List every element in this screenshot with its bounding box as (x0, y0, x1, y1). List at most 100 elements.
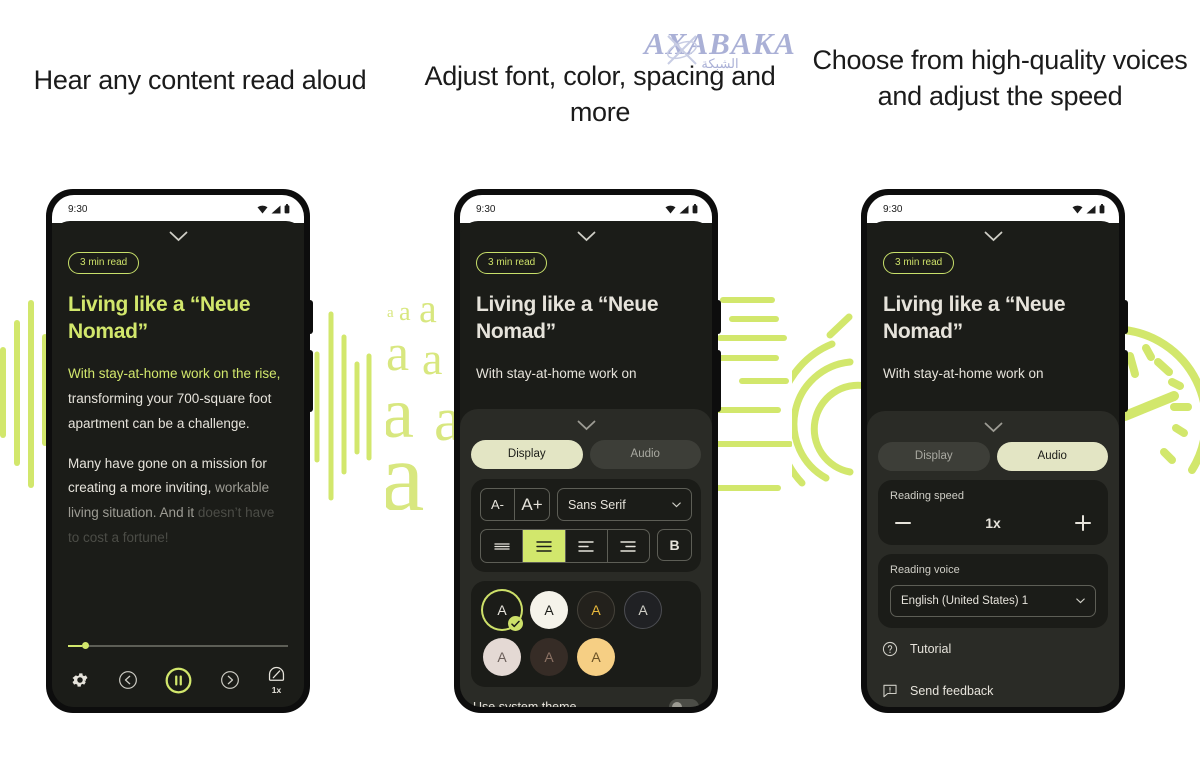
article-paragraph: Many have gone on a mission for creating… (68, 452, 288, 552)
slider-fill (68, 645, 82, 647)
reading-speed-value: 1x (985, 515, 1001, 531)
feedback-icon (883, 684, 897, 698)
status-icons (1072, 204, 1105, 214)
tab-display[interactable]: Display (471, 440, 583, 469)
wifi-icon (1072, 205, 1083, 213)
article-paragraph: With stay-at-home work on (883, 362, 1103, 387)
read-time-chip: 3 min read (883, 252, 955, 274)
phone-volume-button[interactable] (309, 350, 313, 412)
signal-icon (271, 205, 281, 213)
article-body-3: With stay-at-home work on (883, 362, 1103, 387)
article-body-2: With stay-at-home work on (476, 362, 696, 387)
bold-button[interactable]: B (657, 529, 692, 561)
theme-swatch-item[interactable]: A (530, 638, 568, 676)
status-bar-1: 9:30 (52, 195, 304, 223)
status-icons (665, 204, 698, 214)
system-theme-toggle[interactable] (669, 699, 699, 707)
swatch-selected-check (508, 616, 523, 631)
speed-button[interactable]: 1x (267, 665, 286, 695)
theme-swatch-item[interactable]: A (530, 591, 568, 629)
speed-decrease-button[interactable] (894, 514, 912, 532)
collapse-handle-3[interactable] (883, 221, 1103, 248)
reading-voice-label: Reading voice (890, 564, 960, 576)
swatch-circle: A (577, 638, 615, 676)
swatch-circle: A (530, 638, 568, 676)
swatch-circle: A (577, 591, 615, 629)
sheet-collapse-handle[interactable] (878, 419, 1108, 442)
article-paragraph: With stay-at-home work on the rise, tran… (68, 362, 288, 437)
menu-item-send-feedback[interactable]: Send feedback (878, 670, 1108, 707)
menu-item-tutorial[interactable]: Tutorial (878, 628, 1108, 670)
align-left-button[interactable] (566, 530, 608, 562)
line-spacing-normal-button[interactable] (523, 530, 566, 562)
article-title-1: Living like a “Neue Nomad” (68, 293, 251, 344)
forward-button[interactable] (220, 670, 240, 690)
player-controls: 1x (68, 639, 288, 695)
collapse-handle-1[interactable] (68, 221, 288, 248)
reading-voice-select[interactable]: English (United States) 1 (890, 585, 1096, 617)
battery-icon (1099, 204, 1105, 214)
alignment-row: B (480, 529, 692, 563)
speed-increase-button[interactable] (1074, 514, 1092, 532)
headline-2: Adjust font, color, spacing and more (424, 61, 776, 128)
system-theme-label: Use system theme (473, 700, 577, 707)
phone-screen-2: 9:30 3 min read Living like a “Neue Noma… (460, 195, 712, 707)
align-left-icon (578, 540, 594, 552)
phone-power-button[interactable] (1124, 300, 1128, 334)
reading-speed-stepper: 1x (890, 514, 1096, 534)
line-spacing-normal-icon (536, 540, 552, 552)
speedometer-icon (268, 666, 285, 681)
chevron-down-icon (577, 231, 595, 242)
status-time: 9:30 (68, 203, 88, 215)
text-segment: With stay-at-home work on (476, 365, 637, 381)
rewind-button[interactable] (118, 670, 138, 690)
wifi-icon (257, 205, 268, 213)
tab-audio[interactable]: Audio (589, 440, 701, 469)
speed-label: 1x (271, 685, 282, 695)
swatch-circle: A (624, 591, 662, 629)
chevron-down-icon (1076, 598, 1085, 604)
text-segment: transforming your 700-square foot apartm… (68, 390, 272, 431)
headline-1: Hear any content read aloud (33, 65, 367, 95)
theme-swatch-item[interactable]: A (577, 591, 615, 629)
line-spacing-tight-button[interactable] (481, 530, 524, 562)
phone-mockup-2: 9:30 3 min read Living like a “Neue Noma… (455, 190, 721, 712)
pause-icon (165, 667, 192, 693)
line-spacing-tight-icon (493, 543, 510, 550)
reading-speed-label: Reading speed (890, 490, 965, 502)
font-family-select[interactable]: Sans Serif (557, 488, 692, 521)
phone-volume-button[interactable] (717, 350, 721, 412)
theme-swatch-item[interactable]: A (483, 638, 521, 676)
tab-display[interactable]: Display (878, 442, 990, 471)
signal-icon (1086, 205, 1096, 213)
font-size-group: A- A+ (480, 488, 550, 521)
settings-button[interactable] (70, 670, 90, 690)
theme-swatch-item[interactable]: A (624, 591, 662, 629)
theme-swatch-item[interactable]: A (577, 638, 615, 676)
phone-screen-1: 9:30 3 min read Living like a “Neue Noma… (52, 195, 304, 707)
menu-item-label: Send feedback (910, 684, 994, 698)
pause-button[interactable] (165, 667, 192, 694)
font-decrease-button[interactable]: A- (480, 488, 515, 521)
status-bar-3: 9:30 (867, 195, 1119, 223)
progress-slider[interactable] (68, 639, 288, 653)
theme-swatch-grid: A A A A A A A (483, 591, 689, 676)
phone-power-button[interactable] (309, 300, 313, 334)
system-theme-row[interactable]: Use system theme (471, 699, 701, 707)
align-right-icon (620, 540, 637, 552)
article-body-1: With stay-at-home work on the rise, tran… (68, 362, 288, 552)
theme-swatch-item[interactable]: A (483, 591, 523, 631)
read-time-chip: 3 min read (68, 252, 140, 274)
signal-icon (679, 205, 689, 213)
phone-volume-button[interactable] (1124, 350, 1128, 412)
read-time-chip: 3 min read (476, 252, 548, 274)
phone-power-button[interactable] (717, 300, 721, 334)
article-title-3: Living like a “Neue Nomad” (883, 293, 1066, 344)
slider-handle[interactable] (82, 642, 89, 649)
font-increase-button[interactable]: A+ (515, 488, 550, 521)
align-right-button[interactable] (608, 530, 649, 562)
collapse-handle-2[interactable] (476, 221, 696, 248)
sheet-collapse-handle[interactable] (471, 417, 701, 440)
status-time: 9:30 (883, 203, 903, 215)
tab-audio[interactable]: Audio (996, 442, 1108, 471)
